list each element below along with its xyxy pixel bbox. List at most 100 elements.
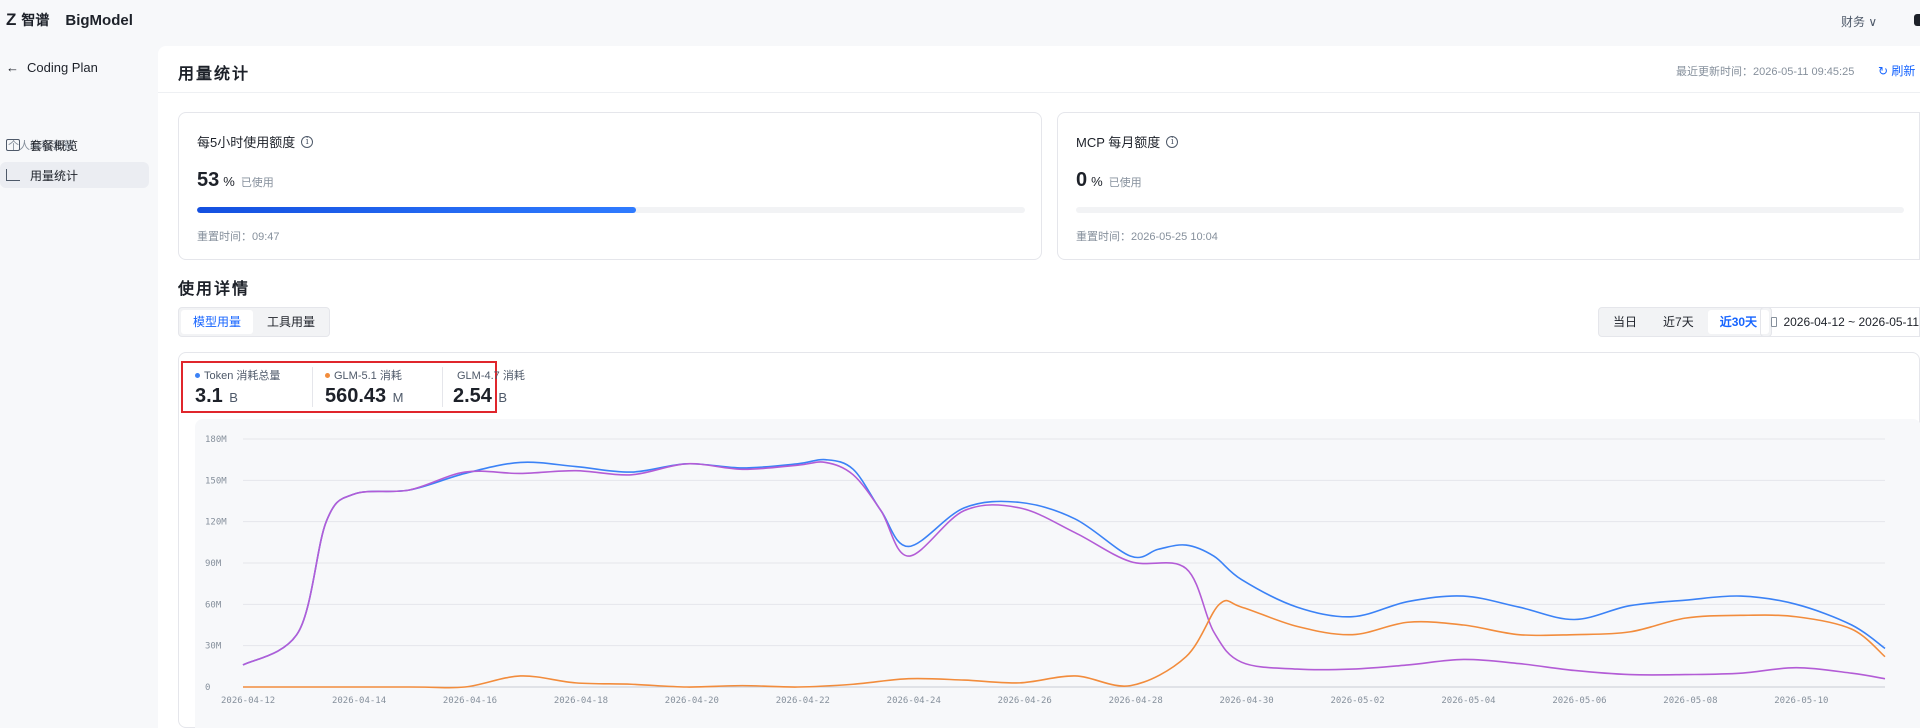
- sidebar-item-label: 套餐概览: [30, 138, 79, 153]
- divider: [158, 92, 1920, 93]
- sidebar-item-usage[interactable]: 用量统计: [0, 162, 149, 188]
- quota-card-5h: 每5小时使用额度 i 53 % 已使用 重置时间：09:47: [178, 112, 1042, 260]
- date-range-picker[interactable]: 2026-04-12 ~ 2026-05-11: [1760, 307, 1920, 337]
- time-range-tabs: 当日 近7天 近30天: [1598, 307, 1773, 337]
- progress-fill: [197, 207, 636, 213]
- progress-bar: [197, 207, 1025, 213]
- x-tick-label: 2026-04-22: [776, 696, 830, 706]
- logo-cn-text: 智谱: [21, 12, 50, 28]
- stat-label: GLM-5.1 消耗: [325, 367, 442, 383]
- stat-value: 2.54 B: [453, 385, 507, 408]
- y-tick-label: 0: [205, 683, 210, 693]
- stat-value: 560.43 M: [325, 385, 442, 408]
- series-line-0: [242, 458, 1886, 666]
- range-7-days[interactable]: 近7天: [1651, 310, 1706, 334]
- percent-value: 53: [197, 169, 220, 191]
- x-tick-label: 2026-04-16: [443, 696, 497, 706]
- x-tick-label: 2026-05-10: [1774, 696, 1828, 706]
- tab-tool-usage[interactable]: 工具用量: [255, 310, 327, 334]
- sidebar-item-label: 用量统计: [30, 168, 79, 183]
- x-tick-label: 2026-04-26: [998, 696, 1052, 706]
- back-link[interactable]: ← Coding Plan: [6, 60, 98, 75]
- stat-label: Token 消耗总量: [195, 367, 312, 383]
- main-panel: 用量统计 最近更新时间：2026-05-11 09:45:25 ↻ 刷新 每5小…: [158, 46, 1920, 728]
- info-icon[interactable]: i: [1166, 135, 1179, 148]
- usage-chart-card: Token 消耗总量 3.1 B GLM-5.1 消耗 560.43 M GLM…: [178, 352, 1920, 728]
- x-tick-label: 2026-04-14: [332, 696, 386, 706]
- card-title-text: MCP 每月额度: [1076, 135, 1161, 150]
- reset-time: 重置时间：2026-05-25 10:04: [1076, 231, 1218, 243]
- stat-label: GLM-4.7 消耗: [453, 367, 525, 383]
- section-title: 使用详情: [178, 281, 251, 298]
- x-tick-label: 2026-05-06: [1552, 696, 1606, 706]
- usage-stats: Token 消耗总量 3.1 B GLM-5.1 消耗 560.43 M GLM…: [181, 361, 525, 413]
- info-icon[interactable]: i: [301, 135, 314, 148]
- stat-number: 3.1: [195, 385, 223, 407]
- percent-used-label: 已使用: [240, 177, 274, 189]
- logo-en-text: BigModel: [65, 11, 133, 29]
- y-tick-label: 150M: [205, 476, 227, 486]
- percent-unit: %: [1091, 174, 1103, 189]
- stat-label-text: Token 消耗总量: [204, 370, 281, 382]
- x-tick-label: 2026-05-04: [1441, 696, 1495, 706]
- refresh-button[interactable]: ↻ 刷新: [1878, 62, 1915, 79]
- card-title: MCP 每月额度 i: [1076, 132, 1179, 151]
- y-tick-label: 120M: [205, 518, 227, 528]
- card-title: 每5小时使用额度 i: [197, 132, 314, 151]
- progress-bar: [1076, 207, 1904, 213]
- stat-unit: B: [229, 390, 238, 405]
- calendar-icon: [1771, 317, 1778, 327]
- percent-used-label: 已使用: [1108, 177, 1142, 189]
- y-tick-label: 60M: [205, 600, 222, 610]
- refresh-label: 刷新: [1891, 64, 1916, 78]
- date-range-text: 2026-04-12 ~ 2026-05-11: [1783, 315, 1919, 329]
- stat-unit: B: [498, 390, 508, 405]
- legend-dot: [195, 372, 200, 378]
- percent-value: 0: [1076, 169, 1088, 191]
- x-tick-label: 2026-04-20: [665, 696, 719, 706]
- top-bar: Z 智谱 BigModel 财务 ∨: [0, 0, 1920, 40]
- line-chart: 0 30M 60M 90M 120M 150M 180M 2026-04-12 2026-04-…: [195, 419, 1920, 728]
- x-tick-label: 2026-05-02: [1330, 696, 1384, 706]
- arrow-left-icon: ←: [6, 60, 19, 75]
- usage-percent: 53 % 已使用: [197, 169, 274, 192]
- x-tick-label: 2026-04-28: [1109, 696, 1163, 706]
- user-avatar-icon[interactable]: [1914, 14, 1920, 26]
- finance-menu[interactable]: 财务 ∨: [1841, 13, 1877, 30]
- line-chart-svg: 0 30M 60M 90M 120M 150M 180M 2026-04-12 2026-04-…: [205, 435, 1886, 706]
- stat-value: 3.1 B: [195, 385, 312, 408]
- card-title-text: 每5小时使用额度: [197, 135, 296, 150]
- quota-card-mcp: MCP 每月额度 i 0 % 已使用 重置时间：2026-05-25 10:04: [1057, 112, 1920, 260]
- stat-number: 2.54: [453, 385, 492, 407]
- monitor-icon: [6, 139, 20, 151]
- x-tick-label: 2026-04-24: [887, 696, 941, 706]
- y-tick-label: 90M: [205, 559, 222, 569]
- stat-label-text: GLM-5.1 消耗: [334, 370, 402, 382]
- sidebar: ← Coding Plan 个人编程套餐 套餐概览 用量统计: [0, 40, 158, 728]
- stat-glm-5-1: GLM-5.1 消耗 560.43 M: [313, 367, 443, 407]
- stat-glm-4-7: GLM-4.7 消耗 2.54 B: [443, 367, 525, 408]
- range-today[interactable]: 当日: [1601, 310, 1649, 334]
- tab-model-usage[interactable]: 模型用量: [181, 310, 254, 334]
- chart-icon: [6, 169, 20, 181]
- percent-unit: %: [223, 174, 235, 189]
- reset-time: 重置时间：09:47: [197, 231, 280, 243]
- stat-unit: M: [392, 390, 404, 405]
- stat-label-text: GLM-4.7 消耗: [457, 370, 525, 382]
- x-tick-label: 2026-04-30: [1220, 696, 1274, 706]
- last-updated-text: 最近更新时间：2026-05-11 09:45:25: [1676, 66, 1855, 78]
- x-tick-label: 2026-04-18: [554, 696, 608, 706]
- x-tick-label: 2026-04-12: [221, 696, 275, 706]
- y-tick-label: 180M: [205, 435, 227, 445]
- refresh-icon: ↻: [1878, 64, 1889, 78]
- logo[interactable]: Z 智谱 BigModel: [6, 10, 133, 30]
- legend-dot: [325, 372, 330, 378]
- back-label: Coding Plan: [27, 60, 98, 75]
- logo-mark-icon: Z: [6, 10, 16, 29]
- series-line-1: [242, 461, 1886, 680]
- sidebar-item-overview[interactable]: 套餐概览: [0, 132, 149, 158]
- page-title: 用量统计: [178, 66, 251, 83]
- y-tick-label: 30M: [205, 642, 222, 652]
- x-tick-label: 2026-05-08: [1663, 696, 1717, 706]
- stat-number: 560.43: [325, 385, 387, 407]
